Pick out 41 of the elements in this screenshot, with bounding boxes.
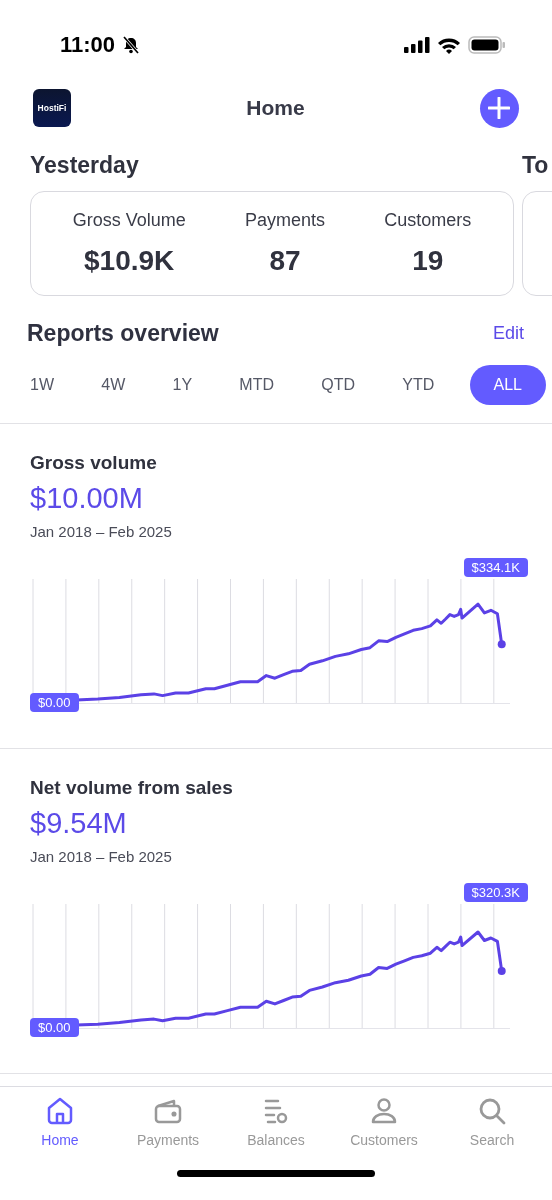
summary-heading: To	[522, 152, 550, 179]
bell-slash-icon	[121, 36, 142, 54]
section-title: Reports overview	[27, 320, 219, 347]
app-logo[interactable]: HostiFi	[33, 89, 71, 127]
summary-heading: Yesterday	[30, 152, 140, 179]
period-tab[interactable]: 1W	[18, 365, 66, 405]
battery-icon	[468, 36, 506, 54]
metric-value: $10.9K	[84, 245, 175, 277]
metric-value: 19	[412, 245, 444, 277]
metric-value: 87	[269, 245, 301, 277]
min-value-label: $0.00	[30, 1018, 79, 1037]
search-icon	[477, 1096, 507, 1126]
signal-icon	[404, 37, 430, 53]
wifi-icon	[437, 36, 461, 54]
chart-title: Gross volume	[30, 452, 158, 474]
period-tab[interactable]: 1Y	[160, 365, 205, 405]
person-icon	[369, 1096, 399, 1126]
period-tab[interactable]: 4W	[89, 365, 138, 405]
metric-label: Payments	[244, 210, 325, 231]
min-value-label: $0.00	[30, 693, 79, 712]
page-title: Home	[246, 96, 305, 120]
period-tab[interactable]: ALL	[469, 365, 546, 405]
chart-total: $9.54M	[30, 807, 128, 840]
period-tab[interactable]: QTD	[309, 365, 367, 405]
home-icon	[45, 1096, 75, 1126]
period-tab[interactable]: YTD	[390, 365, 447, 405]
date-range: Jan 2018 – Feb 2025	[30, 523, 173, 540]
add-button[interactable]	[480, 88, 519, 128]
chart-title: Net volume from sales	[30, 777, 234, 799]
summary-card[interactable]: Gross Volume $10.9K Payments 87 Customers 19	[30, 191, 514, 296]
max-value-label: $320.3K	[463, 883, 528, 902]
metric-label: Customers	[384, 210, 472, 231]
tab-bar-item[interactable]: Home	[10, 1095, 110, 1170]
chart-total: $10.00M	[30, 482, 144, 515]
plus-icon	[488, 97, 511, 119]
status-time: 11:00	[60, 32, 116, 58]
date-range: Jan 2018 – Feb 2025	[30, 848, 173, 865]
edit-link[interactable]: Edit	[492, 323, 524, 344]
metric-label: Gross Volume	[72, 210, 186, 231]
max-value-label: $334.1K	[463, 558, 528, 577]
period-tab[interactable]: MTD	[227, 365, 286, 405]
